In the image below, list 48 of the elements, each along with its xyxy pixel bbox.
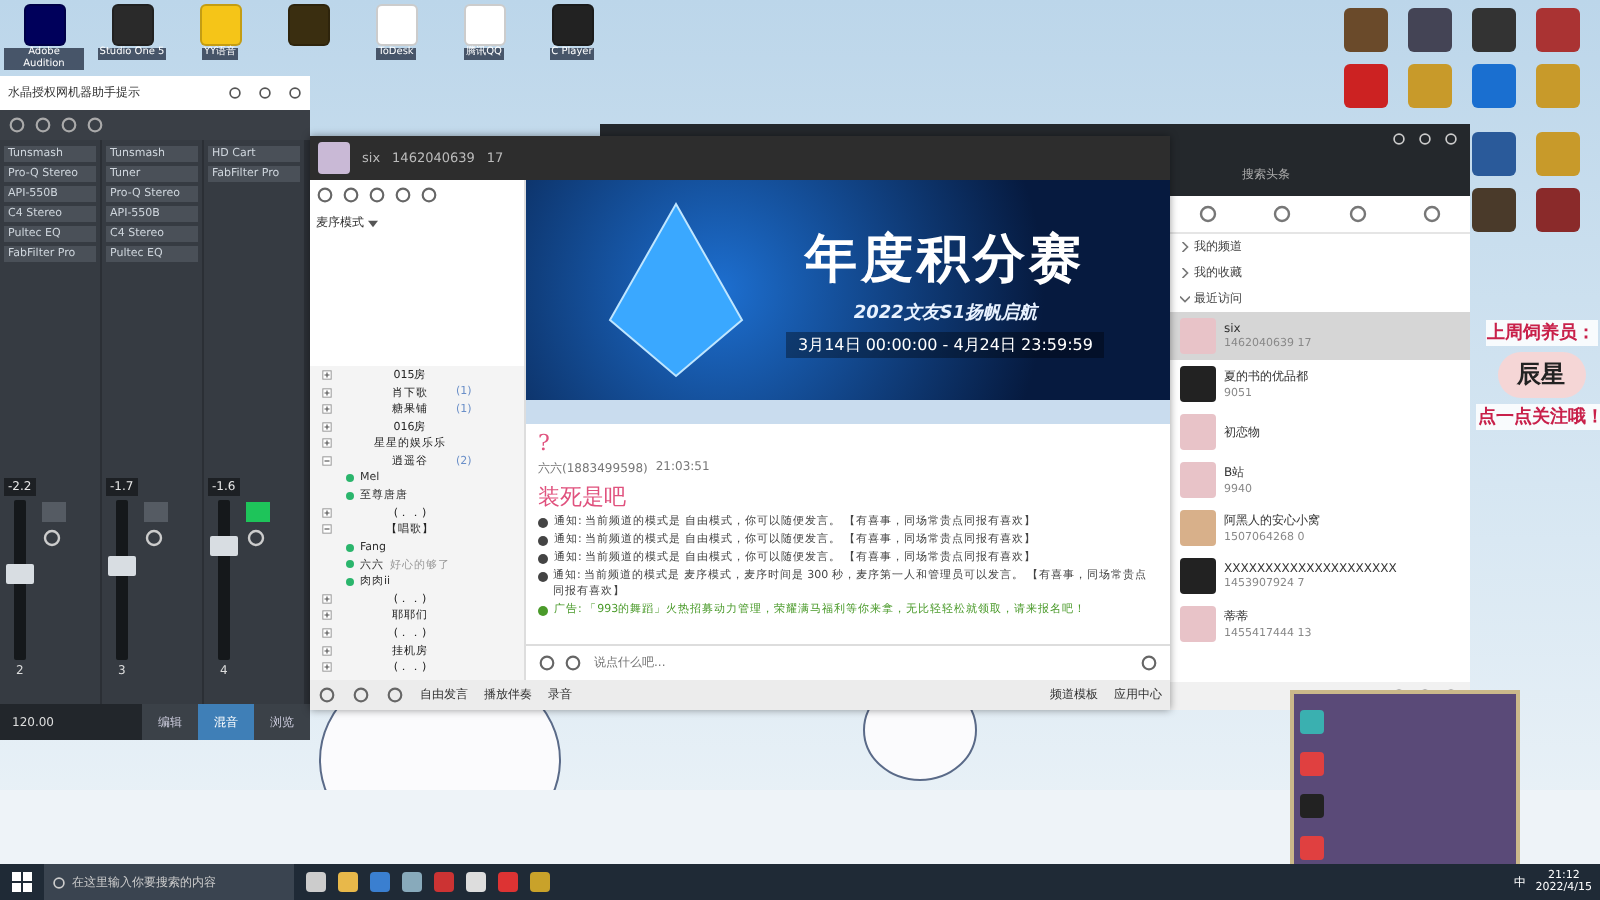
solo-toggle[interactable]	[245, 502, 270, 522]
expand-icon[interactable]	[322, 421, 332, 432]
app-icon[interactable]	[287, 4, 329, 46]
sticker-caption: 点一点关注哦！	[1476, 404, 1600, 430]
avatar-icon	[1180, 510, 1216, 546]
chat-message: 装死是吧	[538, 482, 628, 512]
avatar-icon	[318, 142, 350, 174]
banner-dates: 3月14日 00:00:00 - 4月24日 23:59:59	[786, 331, 1105, 357]
fader-handle[interactable]	[5, 563, 34, 583]
solo-toggle[interactable]	[143, 502, 168, 522]
social-icon	[1300, 836, 1324, 861]
knob-icon	[41, 528, 62, 548]
social-icon	[1300, 709, 1324, 734]
sticker-caption: 上周饲养员：	[1485, 320, 1597, 346]
expand-icon[interactable]	[322, 404, 332, 415]
expand-icon[interactable]	[322, 438, 332, 449]
banner-title: 年度积分赛	[805, 227, 1086, 293]
banner-subtitle: 2022文友S1扬帆启航	[853, 300, 1038, 325]
fader-handle[interactable]	[107, 556, 136, 576]
expand-icon[interactable]	[322, 628, 332, 639]
collapse-icon[interactable]	[322, 456, 332, 467]
app-icon[interactable]	[23, 4, 65, 46]
social-icon	[1300, 751, 1324, 776]
fader-handle[interactable]	[209, 535, 238, 555]
info-icon	[538, 605, 548, 616]
start-icon[interactable]	[12, 872, 32, 892]
expand-icon[interactable]	[322, 507, 332, 518]
social-icon	[1300, 794, 1324, 819]
expand-icon[interactable]	[322, 645, 332, 656]
knob-icon	[245, 528, 266, 548]
expand-icon[interactable]	[322, 387, 332, 398]
house-icon	[1180, 366, 1216, 402]
chat-message: ?	[538, 430, 552, 456]
sticker-name: 辰星	[1497, 352, 1585, 398]
knob-icon	[143, 528, 164, 548]
expand-icon[interactable]	[322, 593, 332, 604]
expand-icon[interactable]	[322, 370, 332, 381]
collapse-icon[interactable]	[322, 524, 332, 535]
avatar-icon	[1180, 606, 1216, 642]
app-icon[interactable]	[111, 4, 153, 46]
app-icon[interactable]	[551, 4, 593, 46]
avatar-icon	[1180, 462, 1216, 498]
caret-icon	[368, 219, 378, 227]
house-icon	[1180, 558, 1216, 594]
expand-icon[interactable]	[322, 610, 332, 621]
avatar-icon	[1180, 414, 1216, 450]
solo-toggle[interactable]	[41, 502, 66, 522]
expand-icon[interactable]	[322, 662, 332, 673]
